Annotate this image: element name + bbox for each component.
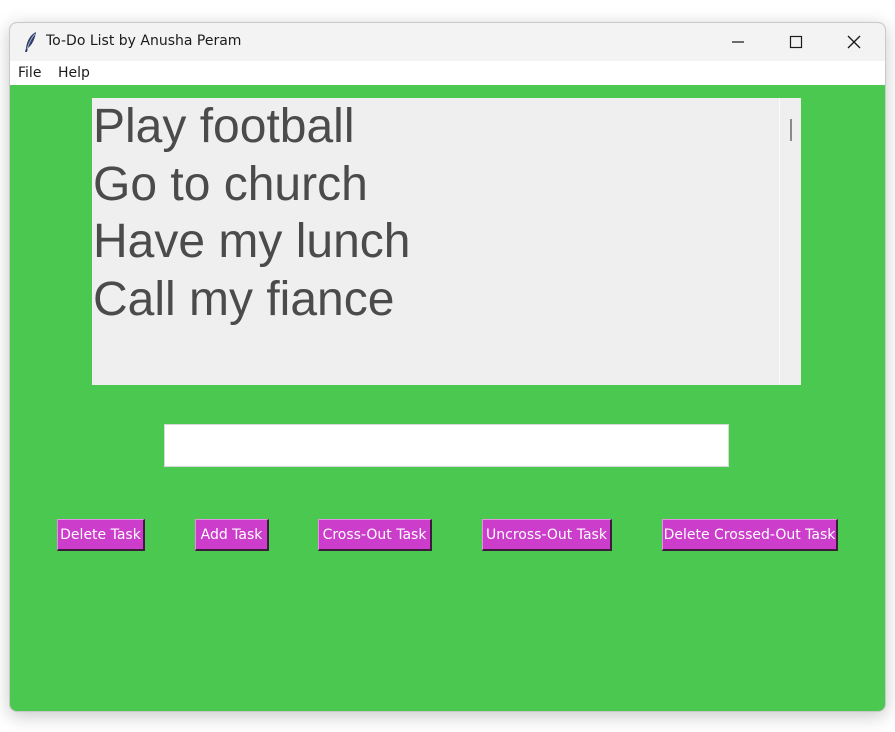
app-window: To-Do List by Anusha Peram File Help Pla… <box>9 22 886 712</box>
window-title: To-Do List by Anusha Peram <box>46 33 242 49</box>
minimize-button[interactable] <box>709 23 767 61</box>
title-bar[interactable]: To-Do List by Anusha Peram <box>10 23 885 61</box>
maximize-icon <box>789 35 803 49</box>
task-listbox[interactable]: Play football Go to church Have my lunch… <box>92 98 801 385</box>
menu-bar: File Help <box>10 61 885 85</box>
delete-task-button[interactable]: Delete Task <box>57 519 145 551</box>
close-button[interactable] <box>825 23 883 61</box>
feather-icon <box>22 31 40 53</box>
maximize-button[interactable] <box>767 23 825 61</box>
menu-file[interactable]: File <box>18 65 41 81</box>
delete-crossed-out-task-button[interactable]: Delete Crossed-Out Task <box>662 519 838 551</box>
scrollbar-thumb[interactable] <box>790 119 792 141</box>
close-icon <box>847 35 861 49</box>
task-item-have-my-lunch[interactable]: Have my lunch <box>92 213 778 271</box>
task-entry-input[interactable] <box>164 424 729 467</box>
menu-help[interactable]: Help <box>58 65 90 81</box>
add-task-button[interactable]: Add Task <box>195 519 269 551</box>
task-list-scrollbar[interactable] <box>779 98 801 385</box>
cross-out-task-button[interactable]: Cross-Out Task <box>318 519 432 551</box>
task-list: Play football Go to church Have my lunch… <box>92 98 778 385</box>
uncross-out-task-button[interactable]: Uncross-Out Task <box>482 519 612 551</box>
task-item-play-football[interactable]: Play football <box>92 98 778 156</box>
task-item-go-to-church[interactable]: Go to church <box>92 156 778 214</box>
task-item-call-my-fiance[interactable]: Call my fiance <box>92 271 778 329</box>
minimize-icon <box>732 41 744 43</box>
